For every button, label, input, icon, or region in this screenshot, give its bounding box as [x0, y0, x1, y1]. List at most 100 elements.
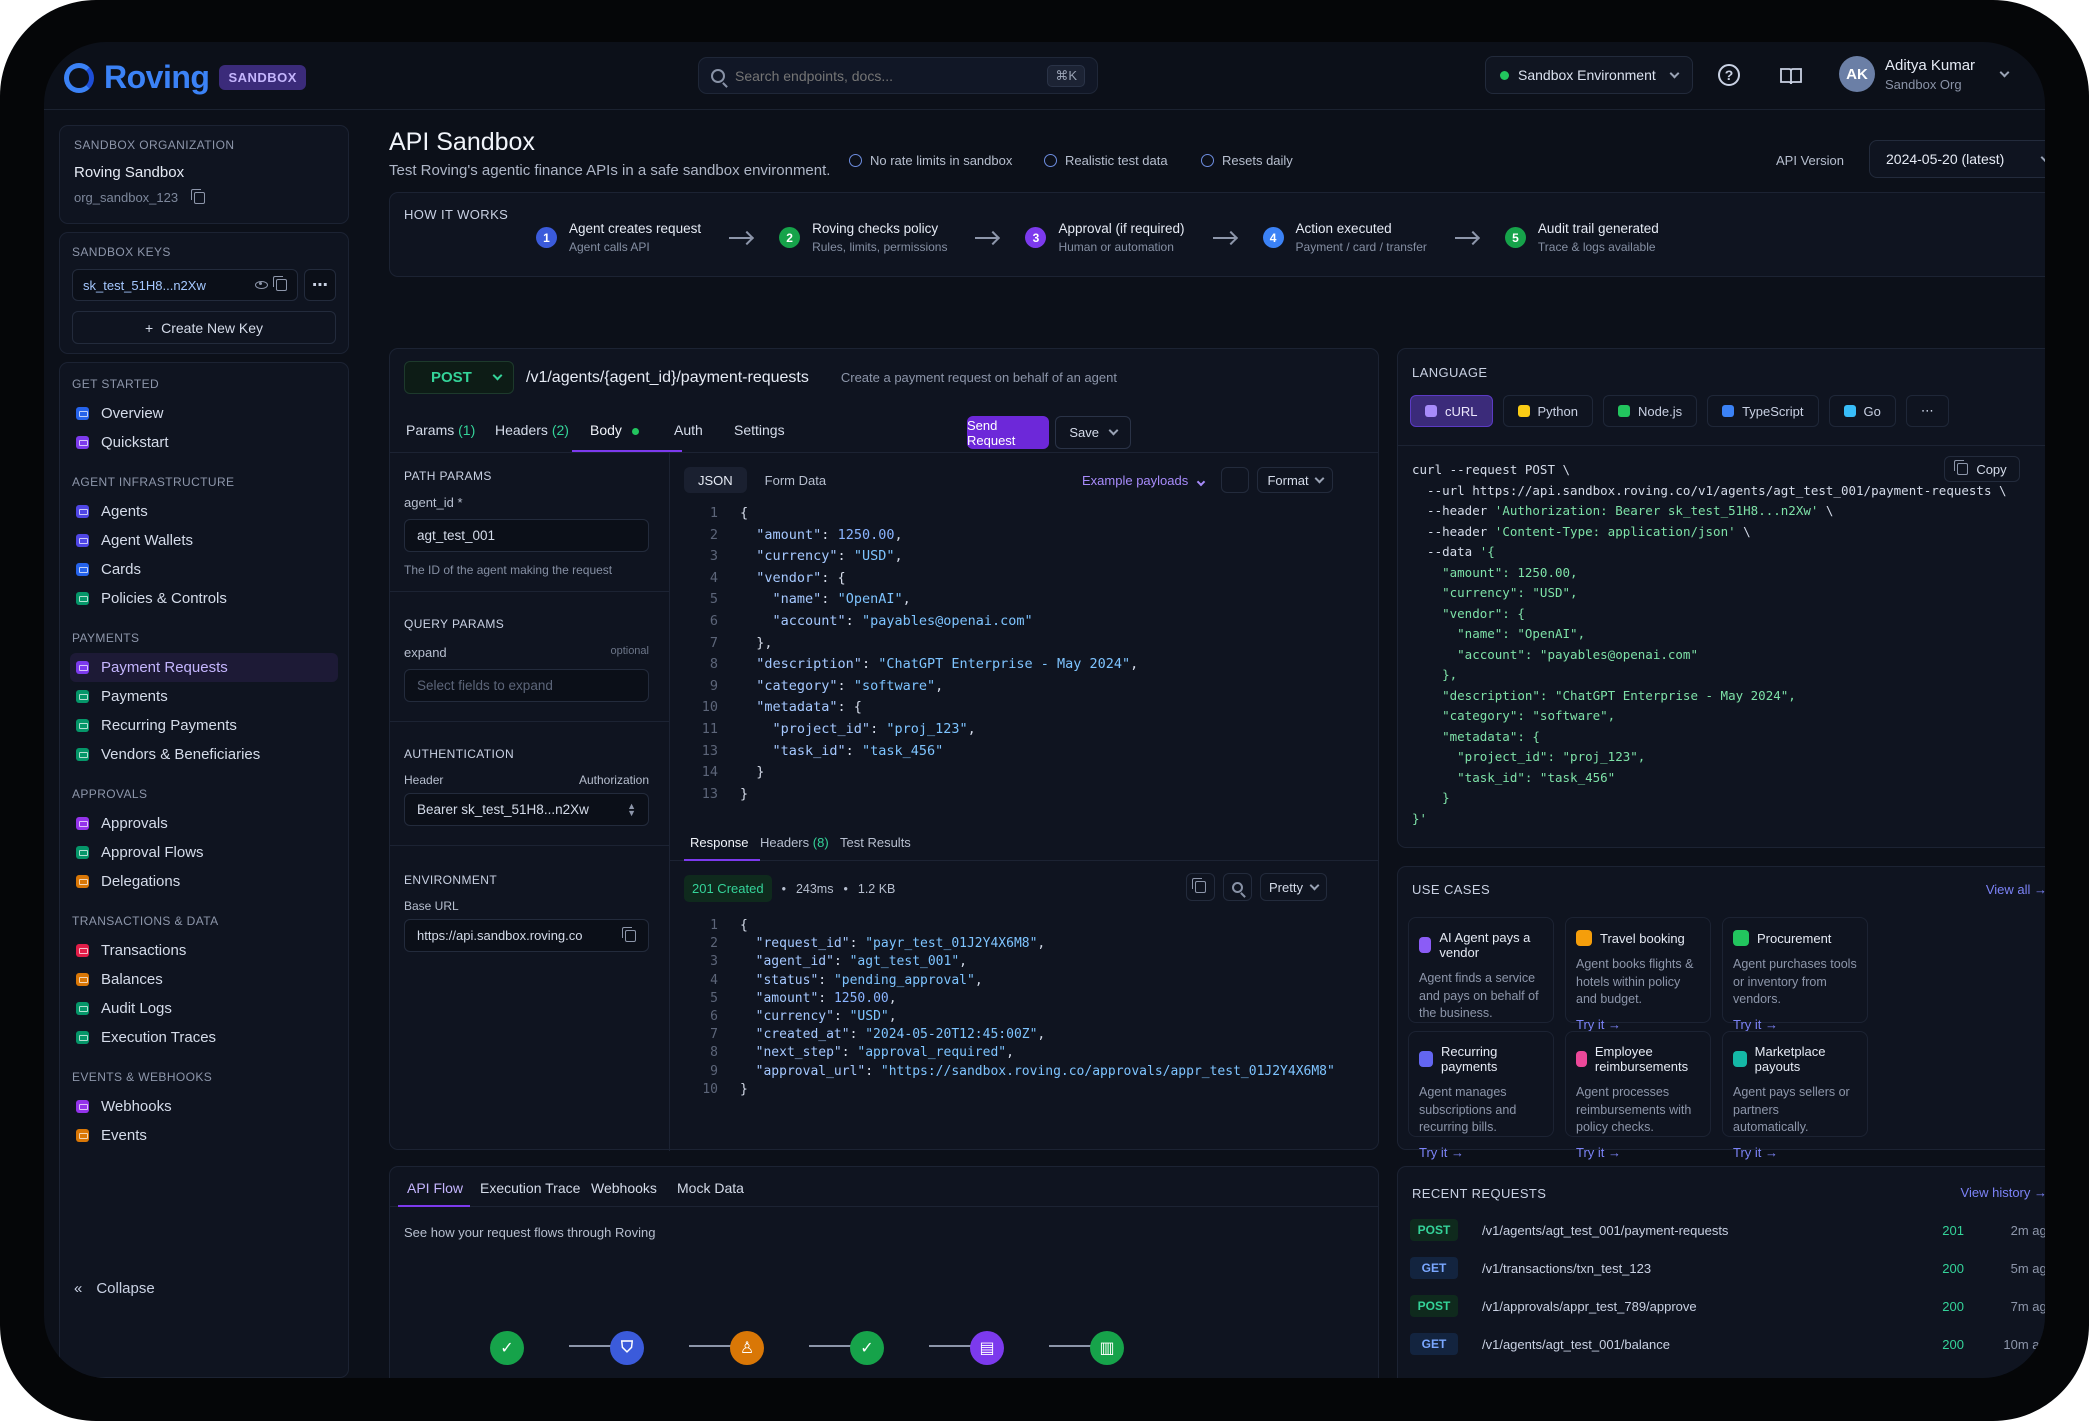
more-languages-button[interactable]: ⋯	[1905, 395, 1949, 427]
tab-webhooks[interactable]: Webhooks	[591, 1180, 657, 1196]
audit-logs-icon	[76, 1002, 89, 1015]
sidebar-item-events[interactable]: Events	[70, 1121, 338, 1150]
sidebar-item-audit-logs[interactable]: Audit Logs	[70, 994, 338, 1023]
sidebar-item-execution-traces[interactable]: Execution Traces	[70, 1023, 338, 1052]
curl-code[interactable]: curl --request POST \ --url https://api.…	[1412, 460, 2045, 829]
try-it-link[interactable]: Try it →	[1576, 1145, 1700, 1160]
sidebar-item-approvals[interactable]: Approvals	[70, 809, 338, 838]
sidebar-item-overview[interactable]: Overview	[70, 399, 338, 428]
use-case-employee-reimbursements[interactable]: Employee reimbursements Agent processes r…	[1565, 1031, 1711, 1160]
use-case-description: Agent purchases tools or inventory from …	[1733, 957, 1857, 1006]
try-it-link[interactable]: Try it →	[1733, 1145, 1857, 1160]
recent-request-row[interactable]: GET/v1/agents/agt_test_001/balance 200 10m…	[1410, 1329, 2045, 1359]
sidebar-item-delegations[interactable]: Delegations	[70, 867, 338, 896]
docs-book-icon[interactable]	[1779, 64, 1803, 88]
code-content: "currency": "USD",	[740, 1008, 897, 1026]
copy-response-button[interactable]	[1186, 873, 1215, 901]
sidebar-item-recurring-payments[interactable]: Recurring Payments	[70, 711, 338, 740]
tab-response-headers[interactable]: Headers (8)	[760, 835, 829, 850]
tab-curl[interactable]: cURL	[1410, 395, 1493, 427]
sidebar-item-cards[interactable]: Cards	[70, 555, 338, 584]
agent-id-input[interactable]: agt_test_001	[404, 519, 649, 552]
tab-auth[interactable]: Auth	[674, 422, 703, 438]
logo[interactable]: Roving SANDBOX	[64, 59, 306, 96]
tab-response[interactable]: Response	[690, 835, 749, 850]
code-token: "task_id"	[772, 742, 846, 759]
collapse-button[interactable]: « Collapse	[74, 1280, 155, 1297]
expand-input[interactable]: Select fields to expand	[404, 669, 649, 702]
tab-api-flow[interactable]: API Flow	[407, 1180, 463, 1196]
approval-flows-icon	[76, 846, 89, 859]
api-version-select[interactable]: 2024-05-20 (latest)	[1869, 140, 2045, 178]
send-request-button[interactable]: Send Request	[967, 416, 1049, 449]
more-options-button[interactable]: ⋯	[304, 269, 336, 301]
tab-json[interactable]: JSON	[684, 467, 747, 493]
view-mode-select[interactable]: Pretty	[1260, 873, 1327, 901]
tab-execution-trace[interactable]: Execution Trace	[480, 1180, 580, 1196]
sidebar-item-balances[interactable]: Balances	[70, 965, 338, 994]
sidebar-item-policies-controls[interactable]: Policies & Controls	[70, 584, 338, 613]
code-content: {	[740, 917, 748, 935]
sidebar-item-payments[interactable]: Payments	[70, 682, 338, 711]
tab-python[interactable]: Python	[1502, 395, 1593, 427]
use-case-travel-booking[interactable]: Travel booking Agent books flights & hote…	[1565, 917, 1711, 1032]
try-it-link[interactable]: Try it →	[1576, 1017, 1700, 1032]
use-case-procurement[interactable]: Procurement Agent purchases tools or inve…	[1722, 917, 1868, 1032]
base-url-input[interactable]: https://api.sandbox.roving.co	[404, 919, 649, 952]
use-case-recurring-payments[interactable]: Recurring payments Agent manages subscrip…	[1408, 1031, 1554, 1160]
recent-request-row[interactable]: POST/v1/approvals/appr_test_789/approve 2…	[1410, 1291, 2045, 1321]
sidebar-item-webhooks[interactable]: Webhooks	[70, 1092, 338, 1121]
authorization-input[interactable]: Bearer sk_test_51H8...n2Xw ▲ ▼	[404, 793, 649, 826]
line-number: 2	[709, 526, 718, 543]
curl-line: },	[1412, 665, 2045, 686]
search-bar[interactable]: ⌘K	[698, 57, 1098, 94]
create-new-key-button[interactable]: + Create New Key	[72, 311, 336, 344]
sidebar-item-approval-flows[interactable]: Approval Flows	[70, 838, 338, 867]
http-method-select[interactable]: POST	[404, 361, 514, 394]
tab-typescript[interactable]: TypeScript	[1707, 395, 1819, 427]
nav-section-title: AGENT INFRASTRUCTURE	[72, 475, 235, 489]
sidebar-item-agents[interactable]: Agents	[70, 497, 338, 526]
nav-section-title: EVENTS & WEBHOOKS	[72, 1070, 213, 1084]
tab-go[interactable]: Go	[1828, 395, 1896, 427]
example-payloads-dropdown[interactable]: Example payloads	[1082, 473, 1206, 488]
link-icon[interactable]	[1221, 467, 1249, 493]
tab-settings[interactable]: Settings	[734, 422, 785, 438]
tab-headers[interactable]: Headers (2)	[495, 422, 569, 438]
eye-icon[interactable]	[255, 281, 268, 289]
tab-params[interactable]: Params (1)	[406, 422, 475, 438]
try-it-link[interactable]: Try it →	[1419, 1145, 1543, 1160]
tab-test-results[interactable]: Test Results	[840, 835, 911, 850]
environment-selector[interactable]: Sandbox Environment	[1485, 56, 1693, 94]
json-body-code[interactable]: 1{2 "amount": 1250.00, 3 "currency": "USD…	[684, 503, 1364, 805]
sidebar-item-vendors-beneficiaries[interactable]: Vendors & Beneficiaries	[70, 740, 338, 769]
copy-icon[interactable]	[622, 926, 636, 942]
response-json-code[interactable]: 1{2 "request_id": "payr_test_01J2Y4X6M8"…	[684, 917, 1364, 1099]
sidebar-item-payment-requests[interactable]: Payment Requests	[70, 653, 338, 682]
tab-mock-data[interactable]: Mock Data	[677, 1180, 744, 1196]
tab-body[interactable]: Body	[590, 422, 639, 438]
view-history-link[interactable]: View history →	[1961, 1185, 2045, 1200]
user-menu[interactable]: AK Aditya Kumar Sandbox Org	[1839, 56, 2010, 92]
recent-request-row[interactable]: GET/v1/transactions/txn_test_123 200 5m ag…	[1410, 1253, 2045, 1283]
format-button[interactable]: Format	[1257, 467, 1333, 493]
sidebar-item-agent-wallets[interactable]: Agent Wallets	[70, 526, 338, 555]
copy-icon[interactable]	[191, 188, 206, 204]
save-button[interactable]: Save	[1055, 416, 1131, 449]
try-it-link[interactable]: Try it →	[1733, 1017, 1857, 1032]
use-case-marketplace-payouts[interactable]: Marketplace payouts Agent pays sellers or…	[1722, 1031, 1868, 1160]
sidebar-item-transactions[interactable]: Transactions	[70, 936, 338, 965]
use-case-ai-agent-pays-a-vendor[interactable]: AI Agent pays a vendor Agent finds a serv…	[1408, 917, 1554, 1046]
search-response-button[interactable]	[1223, 873, 1252, 901]
view-all-link[interactable]: View all →	[1986, 882, 2045, 897]
code-token: }	[740, 1081, 748, 1097]
search-input[interactable]	[735, 67, 1038, 84]
tab-form-data[interactable]: Form Data	[751, 467, 840, 493]
copy-icon[interactable]	[273, 276, 287, 291]
endpoint-path[interactable]: /v1/agents/{agent_id}/payment-requests	[526, 369, 809, 387]
api-key-field[interactable]: sk_test_51H8...n2Xw	[72, 269, 298, 301]
sidebar-item-quickstart[interactable]: Quickstart	[70, 428, 338, 457]
help-icon[interactable]: ?	[1718, 64, 1740, 86]
tab-node-js[interactable]: Node.js	[1603, 395, 1698, 427]
recent-request-row[interactable]: POST/v1/agents/agt_test_001/payment-requ…	[1410, 1215, 2045, 1245]
